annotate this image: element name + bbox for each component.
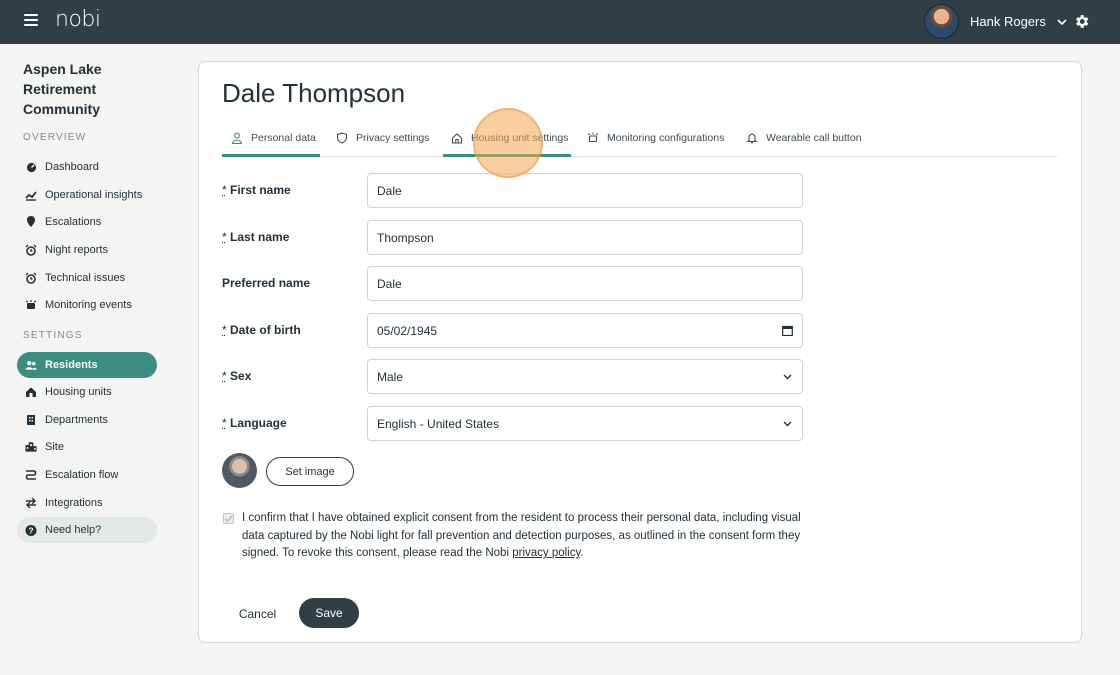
sidebar-item-housing-units[interactable]: Housing units [17, 379, 157, 405]
tab-label: Housing unit settings [471, 132, 569, 144]
first-name-label: * First name [222, 183, 291, 197]
preferred-name-field[interactable]: Dale [367, 266, 803, 301]
sidebar-item-departments[interactable]: Departments [17, 407, 157, 433]
language-label: * Language [222, 416, 287, 430]
chevron-down-icon [1057, 18, 1067, 25]
tab-label: Monitoring configurations [607, 132, 725, 144]
tab-monitoring-configurations[interactable]: Monitoring configurations [587, 127, 724, 157]
app-logo[interactable]: nobi [55, 7, 101, 32]
first-name-field[interactable]: Dale [367, 173, 803, 208]
sidebar-item-site[interactable]: Site [17, 434, 157, 460]
sidebar: Aspen Lake Retirement Community OVERVIEW… [0, 44, 170, 675]
monitor-icon [25, 299, 37, 311]
user-name: Hank Rogers [970, 14, 1046, 29]
calendar-icon[interactable] [782, 325, 793, 336]
set-image-button[interactable]: Set image [266, 457, 354, 486]
sidebar-item-label: Monitoring events [45, 299, 132, 311]
dashboard-icon [25, 161, 37, 173]
svg-text:?: ? [28, 525, 33, 535]
tab-label: Wearable call button [766, 132, 862, 144]
org-name: Aspen Lake Retirement Community [23, 61, 102, 117]
dob-field[interactable]: 05/02/1945 [367, 313, 803, 348]
need-help-label: Need help? [45, 524, 102, 536]
escalation-icon [25, 216, 37, 228]
sidebar-item-label: Dashboard [45, 161, 99, 173]
alarm-clock-icon [25, 272, 37, 284]
cancel-button[interactable]: Cancel [221, 599, 294, 628]
sidebar-item-label: Technical issues [45, 272, 126, 284]
check-icon [224, 515, 233, 523]
site-icon [25, 441, 37, 453]
sidebar-item-label: Night reports [45, 244, 108, 256]
need-help-button[interactable]: ? Need help? [17, 517, 157, 543]
tab-wearable-call-button[interactable]: Wearable call button [746, 127, 862, 157]
tab-bar: Personal data Privacy settings Housing u… [222, 127, 1058, 157]
sidebar-item-label: Escalation flow [45, 469, 119, 481]
bell-icon [746, 133, 758, 144]
page-title: Dale Thompson [222, 78, 406, 108]
sidebar-item-label: Integrations [45, 497, 103, 509]
tab-personal-data[interactable]: Personal data [222, 127, 320, 157]
sidebar-item-technical-issues[interactable]: Technical issues [17, 265, 157, 291]
gear-icon[interactable] [1073, 13, 1090, 30]
flow-icon [25, 469, 37, 481]
chevron-down-icon [783, 421, 792, 427]
tab-housing-unit-settings[interactable]: Housing unit settings [443, 127, 571, 157]
building-icon [25, 414, 37, 426]
person-icon [231, 132, 243, 144]
consent-text: I confirm that I have obtained explicit … [242, 512, 801, 559]
privacy-policy-link[interactable]: privacy policy [512, 547, 580, 559]
tab-label: Privacy settings [356, 132, 430, 144]
sidebar-item-dashboard[interactable]: Dashboard [17, 154, 157, 180]
sex-label: * Sex [222, 369, 252, 383]
sidebar-item-label: Site [45, 441, 64, 453]
sidebar-item-label: Departments [45, 414, 108, 426]
resident-photo [222, 453, 257, 488]
tab-privacy-settings[interactable]: Privacy settings [336, 127, 430, 157]
sidebar-item-monitoring-events[interactable]: Monitoring events [17, 292, 157, 318]
overview-heading: OVERVIEW [23, 132, 87, 143]
monitor-icon [587, 132, 599, 143]
sidebar-item-residents[interactable]: Residents [17, 352, 157, 378]
house-icon [25, 386, 37, 398]
dob-label: * Date of birth [222, 323, 301, 337]
save-button[interactable]: Save [299, 598, 359, 628]
house-icon [451, 133, 463, 144]
insights-icon [25, 189, 37, 201]
last-name-label: * Last name [222, 230, 290, 244]
sidebar-item-night-reports[interactable]: Night reports [17, 237, 157, 263]
sidebar-item-integrations[interactable]: Integrations [17, 490, 157, 516]
top-bar: nobi Hank Rogers [0, 0, 1120, 44]
avatar [924, 4, 959, 39]
chevron-down-icon [783, 374, 792, 380]
users-icon [25, 359, 37, 371]
alarm-clock-icon [25, 244, 37, 256]
resident-form-card: Dale Thompson Personal data Privacy sett… [198, 61, 1082, 643]
question-icon: ? [25, 524, 37, 536]
shield-icon [336, 132, 348, 144]
consent-checkbox[interactable] [223, 513, 234, 524]
tab-label: Personal data [251, 132, 316, 144]
sidebar-item-label: Operational insights [45, 189, 143, 201]
language-select[interactable]: English - United States [367, 406, 803, 441]
sidebar-item-label: Housing units [45, 386, 112, 398]
swap-icon [25, 497, 37, 509]
sidebar-item-escalations[interactable]: Escalations [17, 209, 157, 235]
sidebar-item-label: Escalations [45, 216, 102, 228]
sidebar-item-escalation-flow[interactable]: Escalation flow [17, 462, 157, 488]
user-menu[interactable]: Hank Rogers [924, 4, 1068, 39]
sidebar-item-label: Residents [45, 359, 98, 371]
menu-icon[interactable] [24, 14, 38, 28]
sex-select[interactable]: Male [367, 359, 803, 394]
preferred-name-label: Preferred name [222, 276, 311, 290]
last-name-field[interactable]: Thompson [367, 220, 803, 255]
sidebar-item-operational-insights[interactable]: Operational insights [17, 182, 157, 208]
settings-heading: SETTINGS [23, 330, 83, 341]
